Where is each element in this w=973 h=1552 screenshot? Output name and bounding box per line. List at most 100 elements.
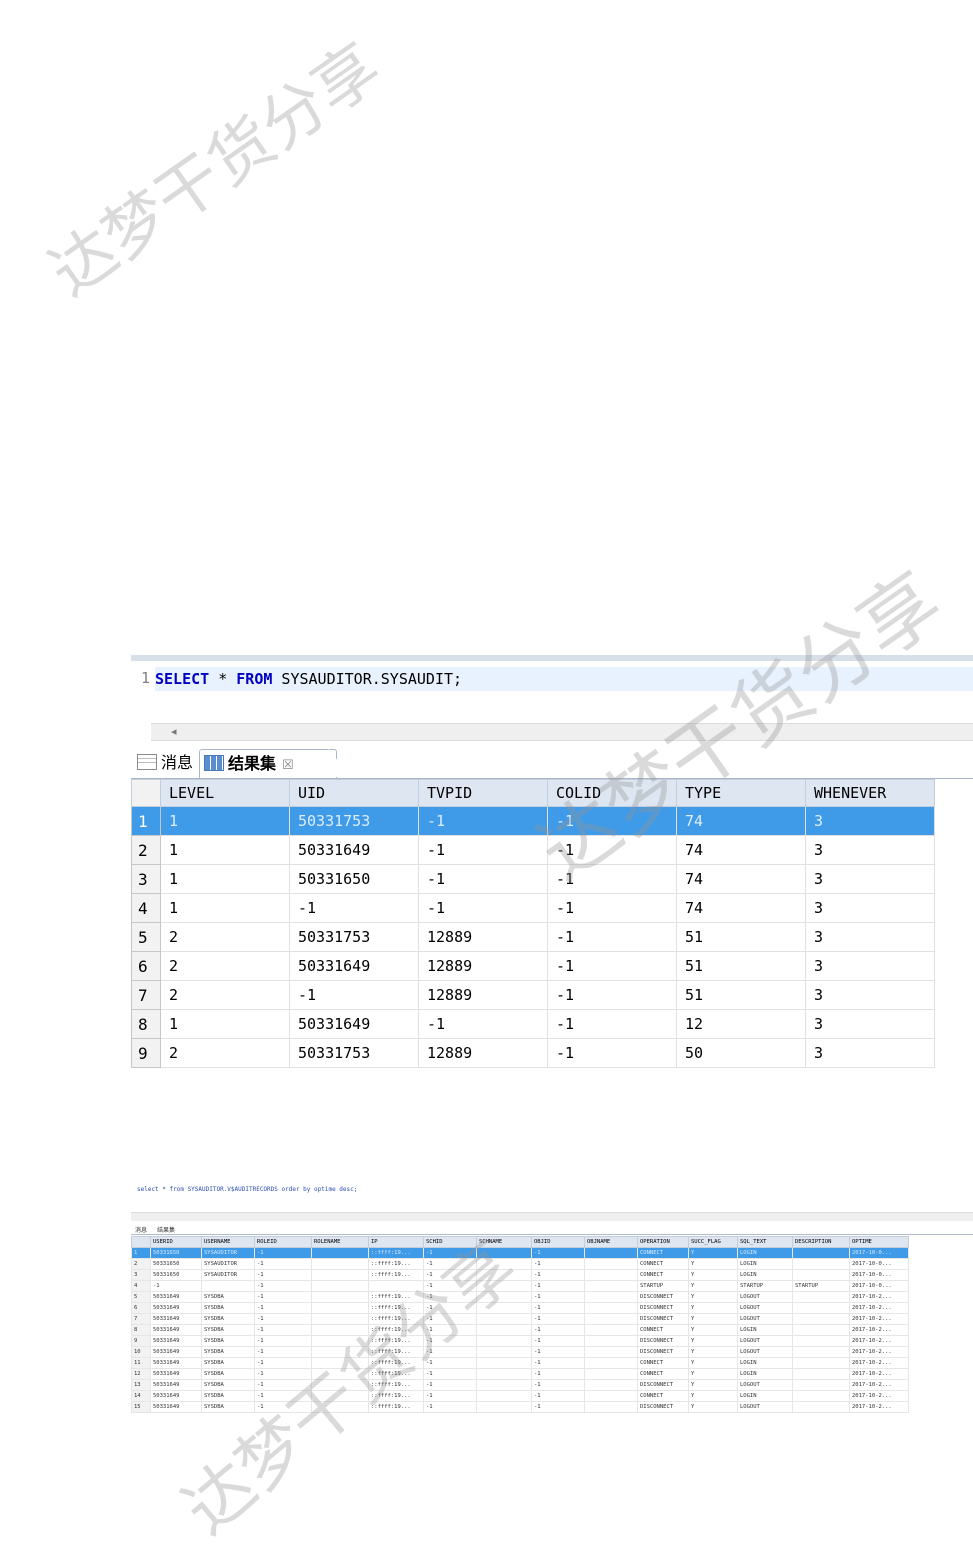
table-cell[interactable]: CONNECT (637, 1368, 689, 1380)
table-cell[interactable] (584, 1269, 638, 1281)
table-cell[interactable]: LOGOUT (737, 1335, 793, 1347)
column-header[interactable]: DESCRIPTION (792, 1236, 850, 1248)
table-cell[interactable]: 51 (676, 980, 806, 1010)
table-cell[interactable]: CONNECT (637, 1269, 689, 1281)
table-cell[interactable] (584, 1357, 638, 1369)
table-cell[interactable]: 2017-10-2... (849, 1291, 909, 1303)
table-cell[interactable]: LOGIN (737, 1368, 793, 1380)
table-cell[interactable]: 51 (676, 922, 806, 952)
column-header[interactable]: USERID (150, 1236, 202, 1248)
table-cell[interactable]: -1 (531, 1401, 585, 1413)
table-cell[interactable]: SYSDBA (201, 1291, 255, 1303)
table-cell[interactable]: 2017-10-2... (849, 1324, 909, 1336)
table-cell[interactable] (201, 1280, 255, 1292)
tab-results[interactable]: 结果集 (157, 1225, 175, 1234)
table-cell[interactable]: -1 (531, 1258, 585, 1270)
table-cell[interactable] (792, 1357, 850, 1369)
table-cell[interactable]: -1 (531, 1368, 585, 1380)
table-cell[interactable]: 12889 (418, 1038, 548, 1068)
table-cell[interactable]: LOGOUT (737, 1313, 793, 1325)
table-cell[interactable]: 3 (805, 980, 935, 1010)
table-cell[interactable]: STARTUP (792, 1280, 850, 1292)
table-cell[interactable]: SYSAUDITOR (201, 1247, 255, 1259)
table-cell[interactable]: -1 (254, 1291, 312, 1303)
table-cell[interactable]: LOGIN (737, 1324, 793, 1336)
table-cell[interactable]: Y (688, 1346, 738, 1358)
table-cell[interactable]: SYSAUDITOR (201, 1269, 255, 1281)
table-cell[interactable]: -1 (254, 1280, 312, 1292)
table-cell[interactable] (584, 1379, 638, 1391)
table-cell[interactable]: DISCONNECT (637, 1302, 689, 1314)
table-cell[interactable] (792, 1346, 850, 1358)
horizontal-scrollbar[interactable]: ◂ (151, 723, 973, 741)
table-cell[interactable]: -1 (254, 1313, 312, 1325)
column-header[interactable]: UID (289, 779, 419, 807)
table-cell[interactable]: DISCONNECT (637, 1313, 689, 1325)
table-cell[interactable]: 50331649 (289, 1009, 419, 1039)
table-cell[interactable]: DISCONNECT (637, 1401, 689, 1413)
table-cell[interactable]: Y (688, 1401, 738, 1413)
table-cell[interactable]: 12889 (418, 951, 548, 981)
table-cell[interactable]: CONNECT (637, 1357, 689, 1369)
table-cell[interactable]: Y (688, 1302, 738, 1314)
table-cell[interactable]: 51 (676, 951, 806, 981)
table-cell[interactable]: DISCONNECT (637, 1346, 689, 1358)
table-cell[interactable]: -1 (254, 1324, 312, 1336)
table-cell[interactable]: 2017-10-2... (849, 1313, 909, 1325)
table-cell[interactable]: 50331649 (289, 835, 419, 865)
table-cell[interactable]: 50331649 (150, 1324, 202, 1336)
table-cell[interactable]: 50331753 (289, 1038, 419, 1068)
table-cell[interactable]: 74 (676, 864, 806, 894)
table-cell[interactable]: 12889 (418, 922, 548, 952)
table-cell[interactable]: SYSDBA (201, 1346, 255, 1358)
table-cell[interactable]: -1 (418, 835, 548, 865)
table-cell[interactable] (311, 1280, 369, 1292)
horizontal-scrollbar[interactable] (131, 1212, 973, 1221)
table-cell[interactable]: 50331650 (289, 864, 419, 894)
table-cell[interactable]: 1 (160, 1009, 290, 1039)
table-cell[interactable]: 2017-10-0... (849, 1258, 909, 1270)
table-cell[interactable]: 50331753 (289, 806, 419, 836)
table-row[interactable]: 9 50331649 SYSDBA -1::ffff:19... -1 -1 DISCONN… (131, 1335, 909, 1347)
table-cell[interactable]: 50331753 (289, 922, 419, 952)
table-cell[interactable]: Y (688, 1269, 738, 1281)
table-cell[interactable]: Y (688, 1379, 738, 1391)
table-row[interactable]: 3 1 50331650 -1 -1 74 3 (131, 864, 935, 894)
table-cell[interactable]: SYSDBA (201, 1368, 255, 1380)
table-cell[interactable] (584, 1302, 638, 1314)
table-cell[interactable]: LOGOUT (737, 1302, 793, 1314)
table-cell[interactable]: Y (688, 1357, 738, 1369)
table-cell[interactable] (792, 1302, 850, 1314)
table-cell[interactable]: -1 (254, 1302, 312, 1314)
table-row[interactable]: 8 50331649 SYSDBA -1::ffff:19... -1 -1 CONNECT… (131, 1324, 909, 1336)
column-header[interactable]: OBJNAME (584, 1236, 638, 1248)
table-cell[interactable]: -1 (423, 1390, 477, 1402)
table-cell[interactable]: STARTUP (737, 1280, 793, 1292)
table-cell[interactable]: -1 (531, 1247, 585, 1259)
table-cell[interactable]: 50331649 (150, 1313, 202, 1325)
table-cell[interactable]: 50331649 (150, 1302, 202, 1314)
table-cell[interactable]: CONNECT (637, 1324, 689, 1336)
table-cell[interactable]: -1 (547, 893, 677, 923)
table-cell[interactable]: CONNECT (637, 1247, 689, 1259)
table-cell[interactable] (792, 1324, 850, 1336)
table-row[interactable]: 7 2 -1 12889 -1 51 3 (131, 980, 935, 1010)
table-cell[interactable]: LOGOUT (737, 1401, 793, 1413)
table-cell[interactable] (792, 1269, 850, 1281)
table-row[interactable]: 6 50331649 SYSDBA -1::ffff:19... -1 -1 DISCONN… (131, 1302, 909, 1314)
table-cell[interactable] (584, 1335, 638, 1347)
table-cell[interactable]: 3 (805, 835, 935, 865)
table-cell[interactable]: 3 (805, 864, 935, 894)
table-cell[interactable] (476, 1346, 532, 1358)
table-cell[interactable]: -1 (289, 980, 419, 1010)
table-cell[interactable]: -1 (531, 1302, 585, 1314)
table-cell[interactable] (584, 1280, 638, 1292)
table-cell[interactable] (584, 1401, 638, 1413)
table-row[interactable]: 7 50331649 SYSDBA -1::ffff:19... -1 -1 DISCONN… (131, 1313, 909, 1325)
table-cell[interactable]: 3 (805, 951, 935, 981)
table-cell[interactable]: 3 (805, 893, 935, 923)
table-cell[interactable]: -1 (547, 980, 677, 1010)
table-cell[interactable] (311, 1247, 369, 1259)
table-cell[interactable]: -1 (289, 893, 419, 923)
table-cell[interactable]: Y (688, 1368, 738, 1380)
